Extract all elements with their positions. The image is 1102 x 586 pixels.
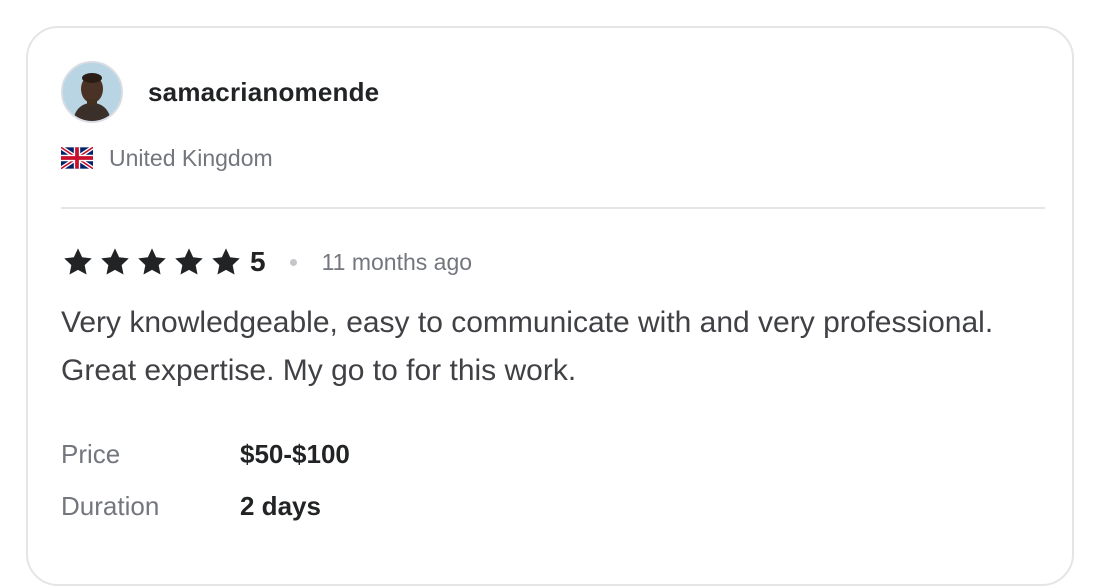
review-time: 11 months ago [321, 248, 473, 275]
star-icon [172, 246, 206, 278]
star-icon [135, 246, 169, 278]
reviewer-country: United Kingdom [61, 143, 273, 173]
duration-label: Duration [61, 490, 160, 521]
star-icon [61, 246, 95, 278]
duration-value: 2 days [240, 490, 321, 521]
review-card: samacrianomende United Kingdom 5 11 mont… [26, 26, 1074, 586]
detail-row-price: Price $50-$100 [61, 428, 350, 480]
star-rating [61, 246, 246, 278]
divider [61, 207, 1045, 209]
price-label: Price [61, 438, 121, 469]
rating-row: 5 11 months ago [61, 242, 472, 282]
detail-row-duration: Duration 2 days [61, 480, 350, 532]
price-value: $50-$100 [240, 438, 350, 469]
review-text: Very knowledgeable, easy to communicate … [61, 306, 994, 387]
avatar[interactable] [61, 61, 123, 123]
uk-flag-icon [61, 147, 93, 169]
country-name: United Kingdom [109, 144, 273, 171]
reviewer-header: samacrianomende [61, 60, 379, 124]
star-icon [98, 246, 132, 278]
separator-dot [289, 258, 297, 266]
avatar-image [63, 63, 121, 121]
star-icon [209, 246, 243, 278]
reviewer-username[interactable]: samacrianomende [148, 77, 379, 108]
rating-value: 5 [250, 246, 266, 277]
review-details: Price $50-$100 Duration 2 days [61, 428, 350, 532]
